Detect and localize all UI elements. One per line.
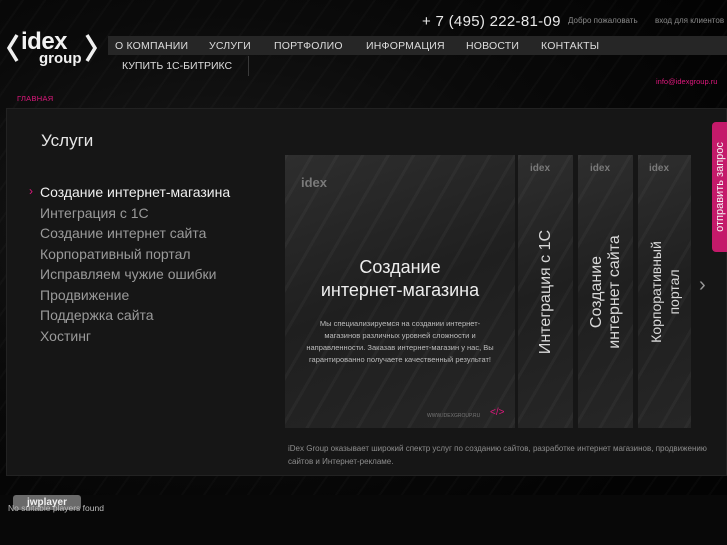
page-title: Услуги [41,131,94,150]
service-item-promotion[interactable]: Продвижение [40,287,129,303]
card-portal-title-line2: портал [665,268,682,315]
slide-card-1c[interactable]: idex Интеграция с 1С [518,155,573,428]
nav-item-contacts[interactable]: КОНТАКТЫ [541,40,599,52]
sub-nav: КУПИТЬ 1С-БИТРИКС [108,56,249,76]
email-link[interactable]: info@idexgroup.ru [656,77,717,86]
card-website-title-line1: Создание [587,255,605,328]
active-arrow-icon: › [29,184,33,198]
client-login-link[interactable]: вход для клиентов [655,16,724,25]
nav-item-portfolio[interactable]: ПОРТФОЛИО [274,40,343,52]
card-title-line2: интернет-магазина [320,280,480,300]
card-logo: idex [530,163,551,174]
main-nav: О КОМПАНИИ УСЛУГИ ПОРТФОЛИО ИНФОРМАЦИЯ Н… [108,36,727,55]
card-footer-url: WWW.IDEXGROUP.RU [427,413,481,419]
next-arrow-icon[interactable]: › [699,274,706,297]
slide-card-website[interactable]: idex Создание интернет сайта [578,155,633,428]
card-description: Мы специализируемся на создании интернет… [306,319,494,364]
site-logo[interactable]: idex group [6,28,98,70]
send-request-tab[interactable]: отправить запрос [712,122,727,252]
nav-item-services[interactable]: УСЛУГИ [209,40,251,52]
card-website-title: Создание интернет сайта [588,235,624,349]
service-item-portal[interactable]: Корпоративный портал [40,246,191,262]
service-item-hosting[interactable]: Хостинг [40,328,91,344]
service-item-website[interactable]: Создание интернет сайта [40,225,206,241]
card-website-title-line2: интернет сайта [605,234,623,349]
nav-item-company[interactable]: О КОМПАНИИ [115,40,188,52]
welcome-text: Добро пожаловать [568,16,638,25]
card-logo: idex [590,163,611,174]
breadcrumb-home[interactable]: ГЛАВНАЯ [17,94,54,103]
code-icon: </> [490,407,505,418]
slide-card-portal[interactable]: idex Корпоративный портал [638,155,691,428]
service-item-1c[interactable]: Интеграция с 1С [40,205,149,221]
send-request-label: отправить запрос [714,142,726,232]
card-logo: idex [649,163,670,174]
service-item-shop[interactable]: Создание интернет-магазина [40,184,230,200]
slide-card-shop[interactable]: idex Создание интернет-магазина Мы специ… [285,155,515,428]
service-item-fixes[interactable]: Исправляем чужие ошибки [40,266,217,282]
nav-item-news[interactable]: НОВОСТИ [466,40,519,52]
card-logo: idex [301,175,328,190]
card-portal-title-line1: Корпоративный [647,240,664,343]
card-portal-title: Корпоративный портал [647,241,683,343]
no-players-message: No suitable players found [8,503,104,513]
nav-item-info[interactable]: ИНФОРМАЦИЯ [366,40,445,52]
card-1c-title: Интеграция с 1С [537,229,555,353]
logo-text-group: group [39,50,82,67]
card-1c-title-line1: Интеграция с 1С [536,229,554,354]
service-item-support[interactable]: Поддержка сайта [40,307,154,323]
footer-bar [0,495,727,545]
services-description: iDex Group оказывает широкий спектр услу… [288,444,707,466]
phone-number: + 7 (495) 222-81-09 [422,13,561,30]
card-title-line1: Создание [359,257,441,277]
card-title: Создание интернет-магазина [285,256,515,302]
nav-item-bitrix[interactable]: КУПИТЬ 1С-БИТРИКС [122,60,232,72]
